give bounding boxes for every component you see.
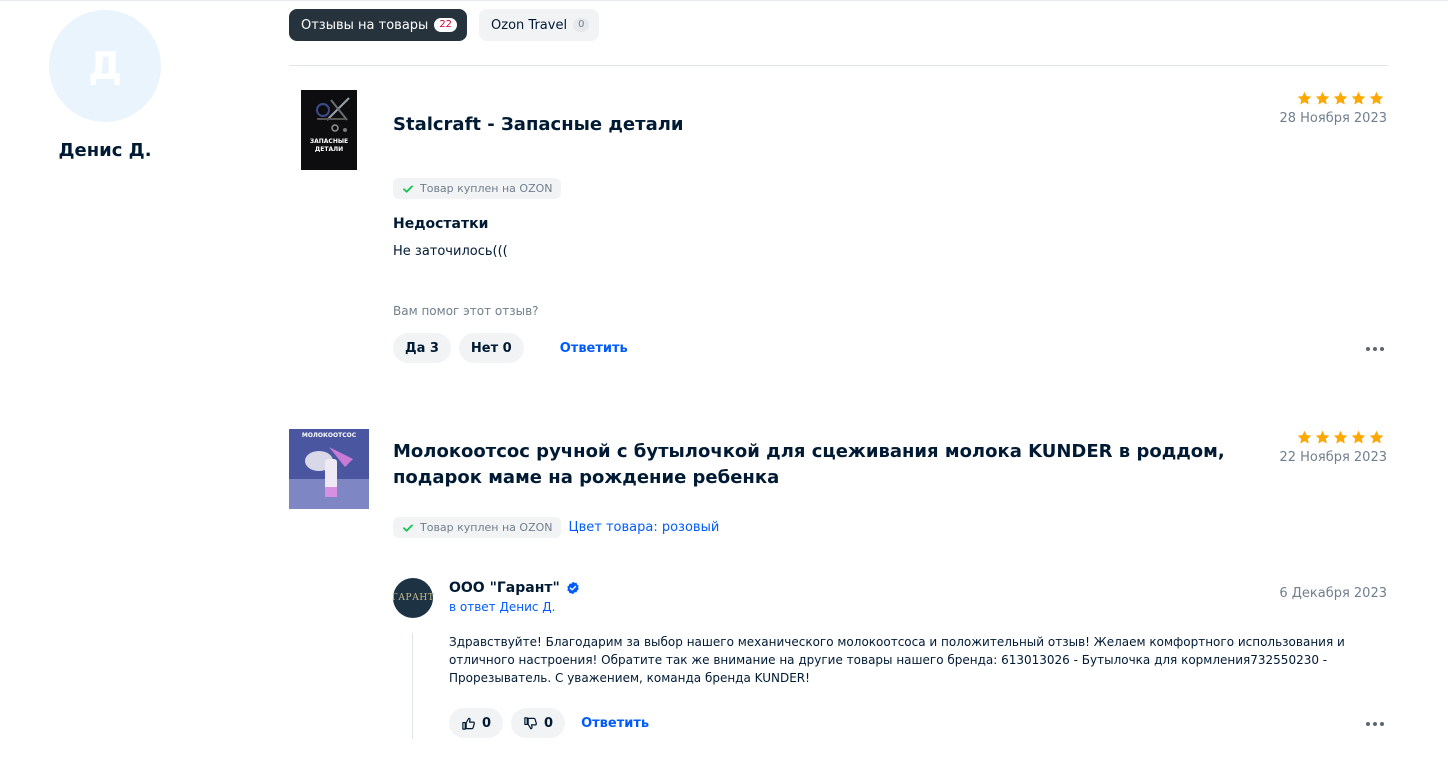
star-icon	[1369, 91, 1384, 105]
user-profile: Д Денис Д.	[49, 10, 161, 161]
product-image-icon	[289, 429, 369, 509]
helpful-question: Вам помог этот отзыв?	[393, 304, 539, 318]
thumbnail-caption: МОЛОКООТСОС	[301, 432, 357, 439]
product-title[interactable]: Stalcraft - Запасные детали	[393, 112, 684, 138]
like-button[interactable]: 0	[449, 708, 504, 738]
tab-label: Отзывы на товары	[301, 17, 429, 33]
dislike-count: 0	[544, 715, 554, 731]
top-border	[0, 0, 1448, 1]
star-icon	[1315, 430, 1330, 444]
product-image-icon	[301, 90, 357, 170]
more-options-icon[interactable]	[1366, 722, 1384, 726]
avatar: Д	[49, 10, 161, 122]
tab-label: Ozon Travel	[491, 17, 568, 33]
check-icon	[403, 185, 413, 193]
review-tabs: Отзывы на товары 22 Ozon Travel 0	[289, 9, 600, 41]
vote-row: Да 3 Нет 0 Ответить	[393, 333, 628, 363]
in-reply-to[interactable]: в ответ Денис Д.	[449, 600, 555, 614]
purchased-badge: Товар куплен на OZON	[393, 517, 561, 538]
star-rating	[1296, 90, 1385, 107]
verified-icon	[567, 581, 579, 595]
product-thumbnail[interactable]: МОЛОКООТСОС	[289, 429, 369, 509]
divider	[289, 65, 1388, 66]
star-icon	[1315, 91, 1330, 105]
tab-product-reviews[interactable]: Отзывы на товары 22	[289, 9, 468, 41]
star-icon	[1333, 430, 1348, 444]
review-card: МОЛОКООТСОС Молокоотсос ручной с бутылоч…	[289, 429, 1388, 749]
vote-yes-button[interactable]: Да 3	[393, 333, 451, 363]
star-icon	[1351, 430, 1366, 444]
reply-thread-line	[412, 633, 413, 739]
check-icon	[403, 524, 413, 532]
seller-name-label: ООО "Гарант"	[449, 580, 560, 596]
star-rating	[1296, 429, 1385, 446]
badge-label: Товар куплен на OZON	[420, 182, 553, 195]
star-icon	[1297, 430, 1312, 444]
reply-button[interactable]: Ответить	[560, 341, 628, 356]
badge-row: Товар куплен на OZON Цвет товара: розовы…	[393, 517, 719, 538]
reply-vote-row: 0 0 Ответить	[449, 708, 649, 738]
profile-name: Денис Д.	[58, 140, 152, 161]
star-icon	[1333, 91, 1348, 105]
thumbs-down-icon	[524, 716, 538, 729]
seller-reply-text: Здравствуйте! Благодарим за выбор нашего…	[449, 635, 1345, 685]
vote-no-button[interactable]: Нет 0	[458, 333, 524, 363]
more-options-icon[interactable]	[1366, 347, 1384, 351]
seller-name[interactable]: ООО "Гарант"	[449, 580, 580, 596]
reply-date: 6 Декабря 2023	[1279, 586, 1387, 601]
product-thumbnail[interactable]: ЗАПАСНЫЕ ДЕТАЛИ	[301, 90, 357, 170]
purchased-badge: Товар куплен на OZON	[393, 178, 561, 199]
review-date: 28 Ноября 2023	[1279, 111, 1387, 126]
tab-count-badge: 22	[434, 18, 458, 32]
star-icon	[1351, 91, 1366, 105]
review-text: Не заточилось(((	[393, 244, 508, 259]
like-count: 0	[482, 715, 492, 731]
dislike-button[interactable]: 0	[511, 708, 566, 738]
badge-row: Товар куплен на OZON	[393, 178, 561, 199]
review-card: ЗАПАСНЫЕ ДЕТАЛИ Stalcraft - Запасные дет…	[289, 90, 1388, 370]
thumbnail-caption: ЗАПАСНЫЕ ДЕТАЛИ	[309, 138, 349, 153]
tab-ozon-travel[interactable]: Ozon Travel 0	[479, 9, 600, 41]
review-date: 22 Ноября 2023	[1279, 450, 1387, 465]
product-color-link[interactable]: Цвет товара: розовый	[569, 520, 720, 535]
star-icon	[1369, 430, 1384, 444]
reply-button[interactable]: Ответить	[581, 716, 649, 731]
tab-count-badge: 0	[573, 18, 590, 32]
seller-avatar[interactable]: ГАРАНТ	[392, 578, 434, 618]
section-title: Недостатки	[393, 216, 489, 232]
star-icon	[1297, 91, 1312, 105]
thumbs-up-icon	[462, 717, 475, 730]
badge-label: Товар куплен на OZON	[420, 521, 553, 534]
product-title[interactable]: Молокоотсос ручной с бутылочкой для сцеж…	[393, 439, 1243, 491]
